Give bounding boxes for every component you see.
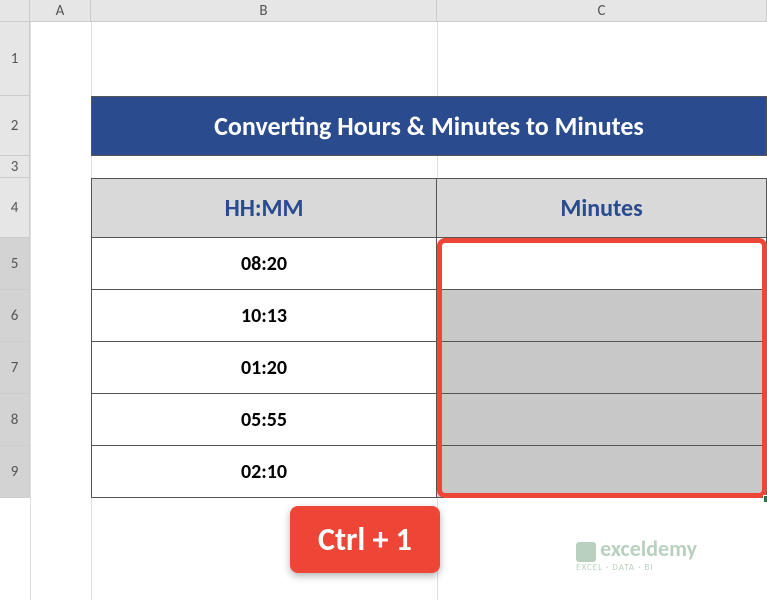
column-header-C[interactable]: C <box>437 0 767 22</box>
cell-C7[interactable] <box>437 342 767 394</box>
cell-C8[interactable] <box>437 394 767 446</box>
row-header-5[interactable]: 5 <box>0 238 30 290</box>
column-header-B[interactable]: B <box>91 0 437 22</box>
row-header-2[interactable]: 2 <box>0 96 30 156</box>
row-header-9[interactable]: 9 <box>0 446 30 498</box>
row-header-1[interactable]: 1 <box>0 22 30 96</box>
row-header-4[interactable]: 4 <box>0 178 30 238</box>
watermark-icon <box>576 542 596 562</box>
cell-C6[interactable] <box>437 290 767 342</box>
cell-B6[interactable]: 10:13 <box>91 290 437 342</box>
header-cell-hhmm[interactable]: HH:MM <box>91 178 437 238</box>
row-header-6[interactable]: 6 <box>0 290 30 342</box>
column-header-A[interactable]: A <box>30 0 91 22</box>
spreadsheet-view: A B C 1 2 3 4 5 6 7 8 9 Converting Hours… <box>0 0 767 603</box>
row-header-7[interactable]: 7 <box>0 342 30 394</box>
table-row: 02:10 <box>91 446 767 498</box>
cell-C5[interactable] <box>437 238 767 290</box>
watermark: exceldemy EXCEL · DATA · BI <box>576 535 697 573</box>
row-header-3[interactable]: 3 <box>0 156 30 178</box>
watermark-text: exceldemy <box>600 535 697 562</box>
table-row: 10:13 <box>91 290 767 342</box>
column-headers: A B C <box>0 0 767 22</box>
select-all-corner[interactable] <box>0 0 30 22</box>
watermark-subtext: EXCEL · DATA · BI <box>576 562 697 573</box>
row-header-8[interactable]: 8 <box>0 394 30 446</box>
gridline <box>30 0 31 600</box>
cell-B8[interactable]: 05:55 <box>91 394 437 446</box>
shortcut-callout: Ctrl + 1 <box>290 506 440 573</box>
cell-B9[interactable]: 02:10 <box>91 446 437 498</box>
cell-B5[interactable]: 08:20 <box>91 238 437 290</box>
table-header-row: HH:MM Minutes <box>91 178 767 238</box>
fill-handle[interactable] <box>763 495 767 503</box>
cell-B7[interactable]: 01:20 <box>91 342 437 394</box>
table-row: 05:55 <box>91 394 767 446</box>
table-row: 01:20 <box>91 342 767 394</box>
table-row: 08:20 <box>91 238 767 290</box>
cell-C9[interactable] <box>437 446 767 498</box>
header-cell-minutes[interactable]: Minutes <box>437 178 767 238</box>
row-headers: 1 2 3 4 5 6 7 8 9 <box>0 22 30 498</box>
title-cell[interactable]: Converting Hours & Minutes to Minutes <box>91 96 767 156</box>
